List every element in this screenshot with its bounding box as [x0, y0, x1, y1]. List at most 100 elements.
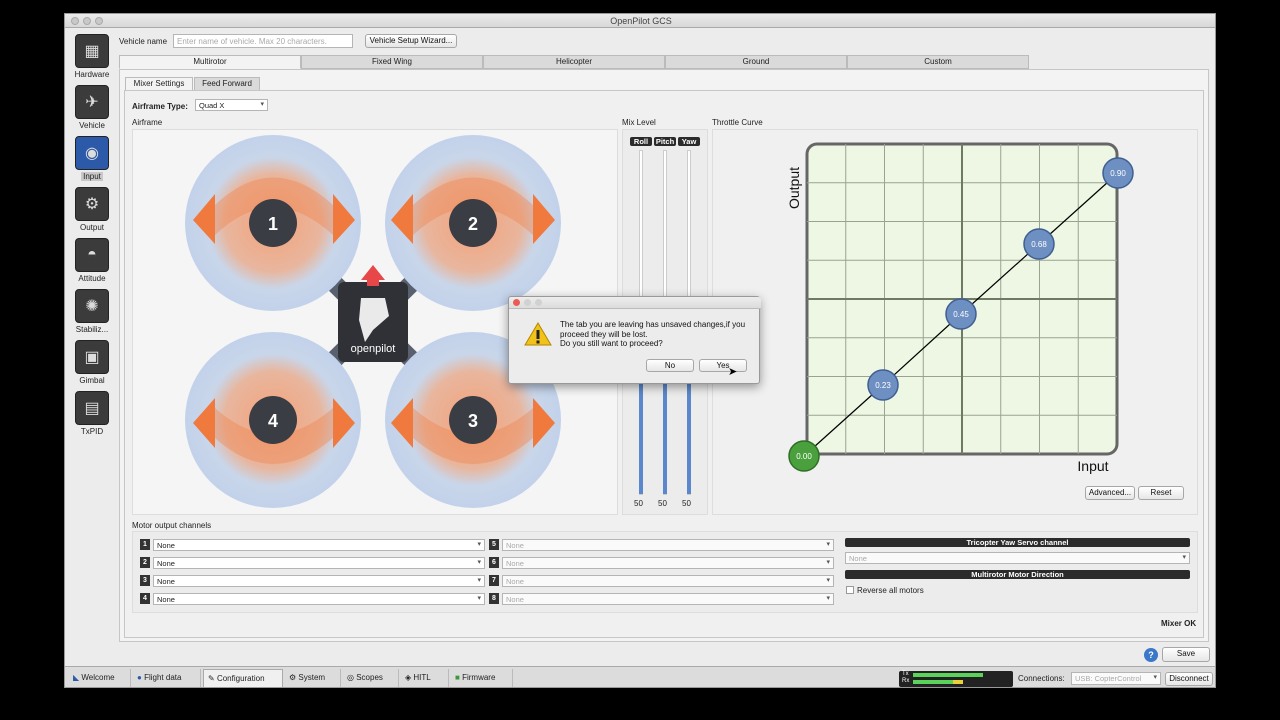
yaw-value: 50	[682, 499, 691, 508]
motor-1-channel-select[interactable]: None ▾	[153, 539, 485, 551]
mouse-cursor-icon: ➤	[728, 366, 738, 378]
chevron-down-icon: ▾	[826, 595, 830, 602]
motor-3-channel-select[interactable]: None ▾	[153, 575, 485, 587]
tab-fixed-wing[interactable]: Fixed Wing	[301, 55, 483, 69]
tab-mixer-settings[interactable]: Mixer Settings	[125, 77, 193, 91]
chip-icon: ▦	[75, 34, 109, 68]
tab-hitl[interactable]: ◈ HITL	[401, 669, 449, 687]
mixer-status: Mixer OK	[1161, 619, 1197, 628]
disconnect-button[interactable]: Disconnect	[1165, 672, 1213, 686]
channel-number: 8	[489, 593, 499, 604]
chevron-down-icon: ▾	[826, 541, 830, 548]
select-value: None	[506, 577, 524, 586]
tab-ground[interactable]: Ground	[665, 55, 847, 69]
no-button[interactable]: No	[646, 359, 694, 372]
mix-level-label: Mix Level	[622, 118, 656, 127]
sidebar-item-vehicle[interactable]: ✈ Vehicle	[65, 85, 119, 130]
curve-point-1[interactable]: 0.23	[867, 369, 899, 401]
close-icon[interactable]	[513, 299, 520, 306]
tab-multirotor[interactable]: Multirotor	[119, 55, 301, 69]
tab-scopes[interactable]: ◎ Scopes	[343, 669, 399, 687]
tab-custom[interactable]: Custom	[847, 55, 1029, 69]
vehicle-setup-wizard-button[interactable]: Vehicle Setup Wizard...	[365, 34, 457, 48]
telemetry-meter: Tx Rx	[899, 671, 1013, 687]
sidebar-item-stabilization[interactable]: ✺ Stabiliz...	[65, 289, 119, 334]
tricopter-yaw-header: Tricopter Yaw Servo channel	[845, 538, 1190, 547]
motor-direction-header: Multirotor Motor Direction	[845, 570, 1190, 579]
tab-label: HITL	[413, 673, 431, 682]
sidebar-item-label: TxPID	[80, 427, 104, 436]
motor-2-label: 2	[468, 214, 478, 234]
tab-flight-data[interactable]: ● Flight data	[133, 669, 201, 687]
roll-header: Roll	[630, 137, 652, 146]
save-button[interactable]: Save	[1162, 647, 1210, 662]
mode-bar: ◣ Welcome ● Flight data ✎ Configuration …	[65, 666, 1215, 687]
gyro-icon: ✺	[75, 289, 109, 323]
select-value: None	[157, 595, 175, 604]
yes-button[interactable]: Yes	[699, 359, 747, 372]
curve-point-3[interactable]: 0.68	[1023, 228, 1055, 260]
sidebar-item-attitude[interactable]: ◓ Attitude	[65, 238, 119, 283]
chevron-down-icon: ▾	[477, 541, 481, 548]
airframe-type-select[interactable]: Quad X ▾	[195, 99, 268, 111]
sidebar-item-input[interactable]: ◉ Input	[65, 136, 119, 181]
reverse-motors-checkbox[interactable]	[846, 586, 854, 594]
select-value: None	[157, 577, 175, 586]
motor-2-channel-select[interactable]: None ▾	[153, 557, 485, 569]
tab-configuration[interactable]: ✎ Configuration	[203, 669, 283, 687]
curve-point-0[interactable]: 0.00	[788, 440, 820, 472]
tab-welcome[interactable]: ◣ Welcome	[69, 669, 131, 687]
connection-select[interactable]: USB: CopterControl ▾	[1071, 672, 1161, 685]
forward-arrow-icon	[361, 265, 385, 280]
motor-1-label: 1	[268, 214, 278, 234]
yaw-header: Yaw	[678, 137, 700, 146]
txpid-icon: ▤	[75, 391, 109, 425]
tab-label: Firmware	[462, 673, 496, 682]
curve-point-2[interactable]: 0.45	[945, 298, 977, 330]
sidebar-item-label: Input	[81, 172, 103, 181]
motor-icon: ⚙	[75, 187, 109, 221]
channel-number: 2	[140, 557, 150, 568]
chevron-down-icon: ▾	[1153, 674, 1157, 681]
sidebar-item-label: Attitude	[78, 274, 106, 283]
tab-feed-forward[interactable]: Feed Forward	[194, 77, 260, 91]
channel-number: 6	[489, 557, 499, 568]
scope-icon: ◎	[347, 673, 354, 682]
motor-4-channel-select[interactable]: None ▾	[153, 593, 485, 605]
motor-8-channel-select: None ▾	[502, 593, 834, 605]
airframe-label: Airframe	[132, 118, 163, 127]
svg-text:0.23: 0.23	[875, 381, 891, 390]
tab-system[interactable]: ⚙ System	[285, 669, 341, 687]
sidebar-item-output[interactable]: ⚙ Output	[65, 187, 119, 232]
sidebar-item-gimbal[interactable]: ▣ Gimbal	[65, 340, 119, 385]
throttle-curve-panel: Output Input 0.00 0.23 0.45 0.68 0.90 Ad…	[712, 129, 1198, 515]
vehicle-name-label: Vehicle name	[119, 37, 168, 46]
chevron-down-icon: ▾	[477, 559, 481, 566]
channel-number: 3	[140, 575, 150, 586]
tricopter-yaw-select: None ▾	[845, 552, 1190, 564]
minimize-icon	[524, 299, 531, 306]
curve-point-4[interactable]: 0.90	[1102, 157, 1134, 189]
airframe-type-label: Airframe Type:	[132, 102, 188, 111]
throttle-curve-chart[interactable]: Output Input 0.00 0.23 0.45 0.68 0.90	[713, 130, 1199, 516]
transmitter-icon: ◉	[75, 136, 109, 170]
motor-output-label: Motor output channels	[132, 521, 212, 530]
motor-6-channel-select: None ▾	[502, 557, 834, 569]
advanced-button[interactable]: Advanced...	[1085, 486, 1135, 500]
reset-button[interactable]: Reset	[1138, 486, 1184, 500]
select-value: None	[506, 541, 524, 550]
tx-level-bar	[913, 673, 983, 677]
select-value: None	[157, 559, 175, 568]
help-icon[interactable]: ?	[1144, 648, 1158, 662]
vehicle-name-input[interactable]: Enter name of vehicle. Max 20 characters…	[173, 34, 353, 48]
select-value: None	[157, 541, 175, 550]
curve-x-label: Input	[1077, 458, 1108, 474]
unsaved-changes-dialog: The tab you are leaving has unsaved chan…	[508, 296, 761, 384]
select-value: USB: CopterControl	[1075, 674, 1142, 683]
channel-number: 4	[140, 593, 150, 604]
tab-helicopter[interactable]: Helicopter	[483, 55, 665, 69]
sidebar-item-hardware[interactable]: ▦ Hardware	[65, 34, 119, 79]
chevron-down-icon: ▾	[826, 577, 830, 584]
sidebar-item-txpid[interactable]: ▤ TxPID	[65, 391, 119, 436]
tab-firmware[interactable]: ■ Firmware	[451, 669, 513, 687]
